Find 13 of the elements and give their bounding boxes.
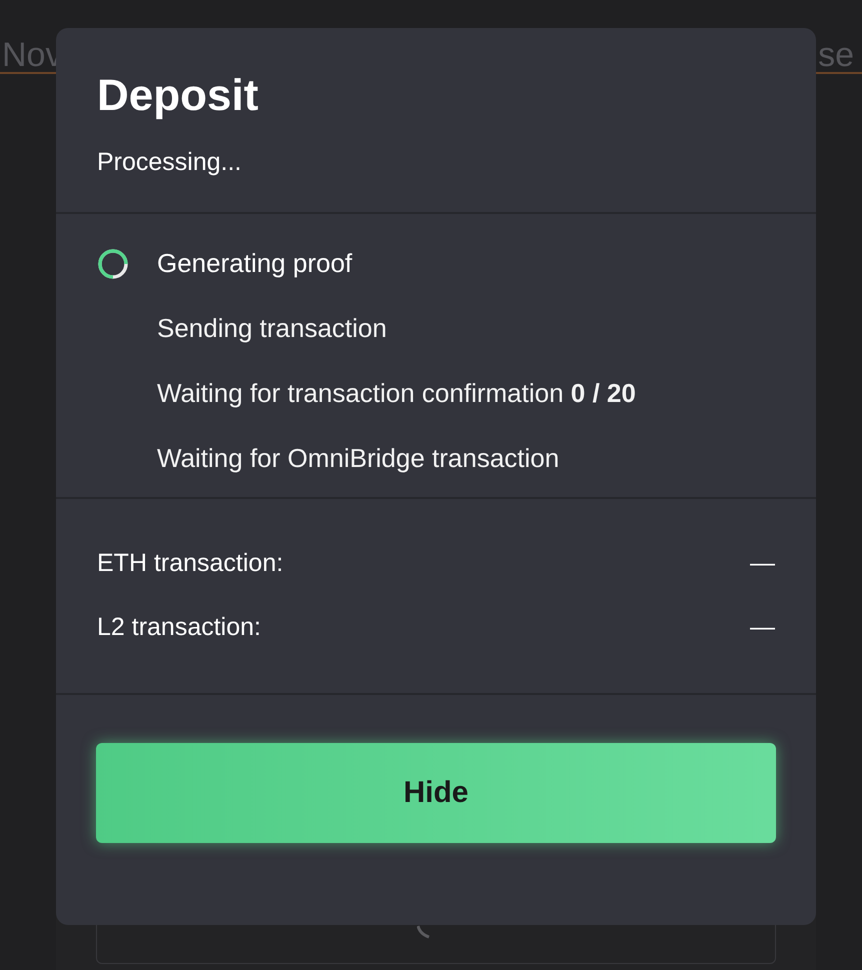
transaction-label: ETH transaction:	[97, 548, 284, 579]
transaction-label: L2 transaction:	[97, 612, 261, 643]
step-label: Waiting for transaction confirmation 0 / 20	[157, 377, 636, 410]
status-text: Processing...	[97, 147, 243, 178]
step-label: Sending transaction	[157, 312, 387, 345]
step-label: Generating proof	[157, 247, 352, 280]
step-label: Waiting for OmniBridge transaction	[157, 442, 560, 475]
hide-button[interactable]: Hide	[96, 742, 776, 842]
banner-text: se	[818, 35, 854, 76]
transaction-value: —	[750, 612, 775, 643]
transaction-value: —	[750, 548, 775, 579]
dialog-title: Deposit	[97, 74, 260, 118]
spinner-icon	[417, 925, 431, 939]
